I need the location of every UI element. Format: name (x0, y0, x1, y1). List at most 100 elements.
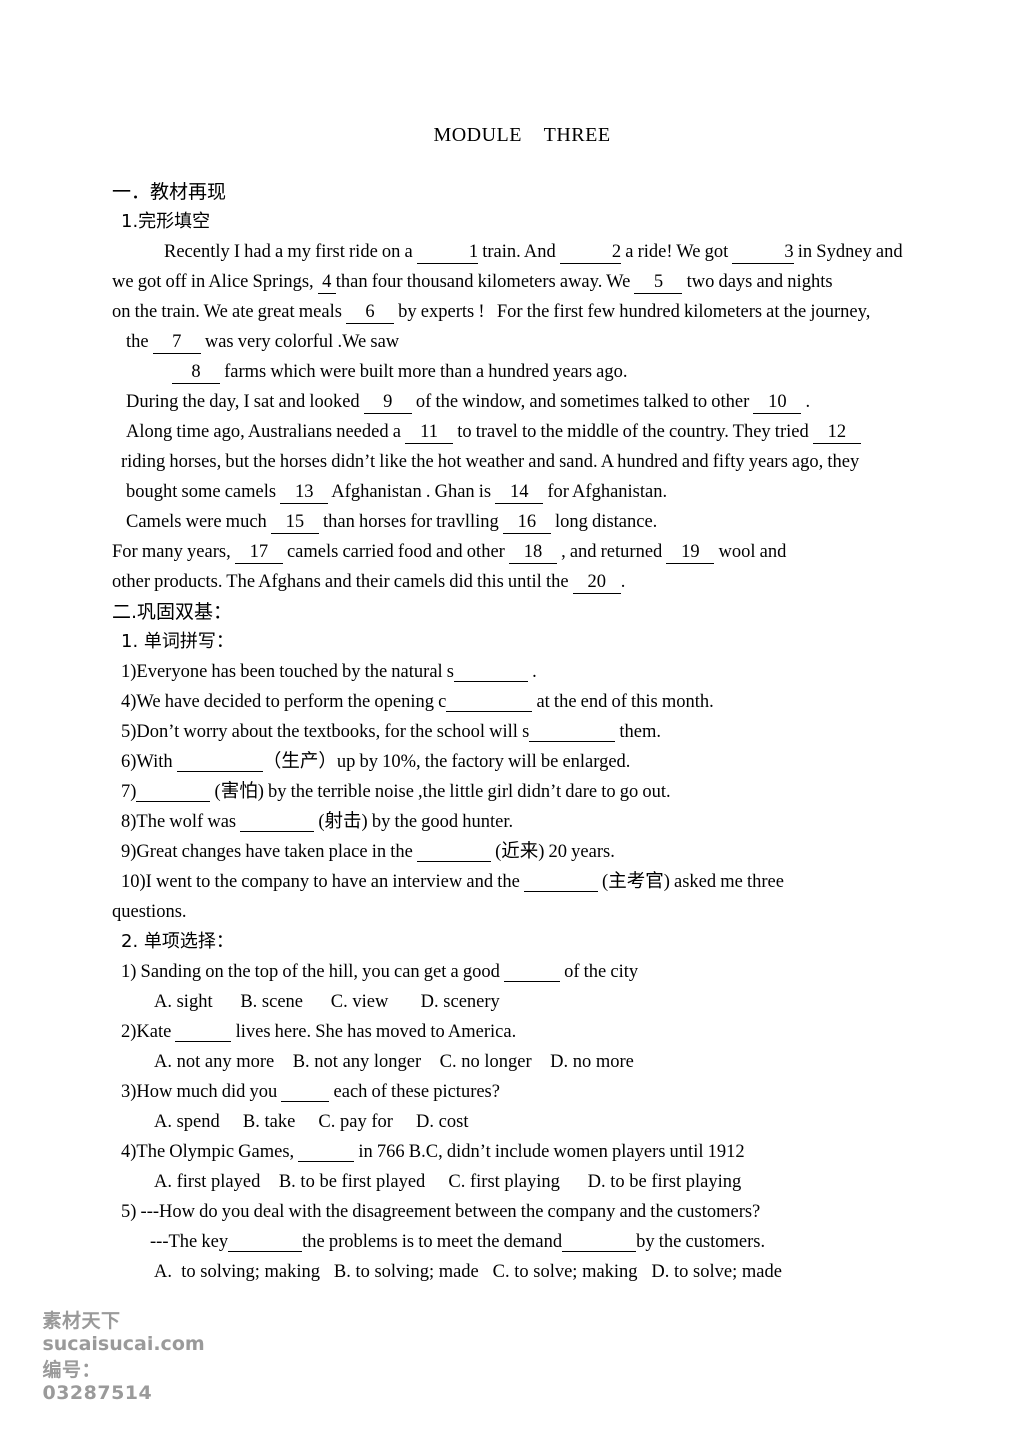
answer-blank[interactable] (523, 873, 598, 892)
answer-blank[interactable]: 17 (234, 543, 283, 564)
text-run: . (801, 392, 811, 412)
answer-blank[interactable]: 20 (572, 573, 621, 594)
cloze-line-9: bought some camels 13 Afghanistan . Ghan… (112, 477, 984, 507)
text-run: Recently I had a my first ride on a (164, 242, 417, 262)
answer-blank[interactable]: 4 (317, 273, 336, 294)
text-run: （生产）up by 10%, the factory will be enlar… (262, 752, 631, 772)
watermark-brand: 素材天下 (42, 1310, 121, 1332)
answer-blank[interactable]: 16 (502, 513, 551, 534)
answer-blank[interactable]: 12 (812, 423, 861, 444)
text-run: than four thousand kilometers away. We (335, 272, 635, 292)
text-run: Everyone has been touched by the natural… (136, 662, 454, 682)
answer-blank[interactable] (529, 723, 616, 742)
text-run: We have decided to perform the opening c (136, 692, 447, 712)
text-run: 4) (121, 692, 137, 712)
text-run: The wolf was (136, 812, 241, 832)
spelling-item: 1)Everyone has been touched by the natur… (112, 657, 984, 687)
answer-blank[interactable]: 5 (634, 273, 683, 294)
answer-blank[interactable] (176, 753, 263, 772)
text-run: Camels were much (126, 512, 271, 532)
mc-question-stem: 4)The Olympic Games, in 766 B.C, didn’t … (112, 1137, 984, 1167)
text-run: a ride! We got (621, 242, 733, 262)
answer-blank[interactable]: 13 (280, 483, 329, 504)
text-run: for Afghanistan. (543, 482, 668, 502)
spelling-item: questions. (112, 897, 984, 927)
text-run: With (136, 752, 177, 772)
document-body: 一．教材再现 1.完形填空 Recently I had a my first … (0, 147, 1024, 1287)
cloze-line-6: During the day, I sat and looked 9 of th… (112, 387, 984, 417)
answer-blank[interactable]: 1 (416, 243, 479, 264)
text-run: , and returned (556, 542, 667, 562)
cloze-line-2: we got off in Alice Springs, 4 than four … (112, 267, 984, 297)
answer-blank[interactable] (175, 1023, 232, 1042)
answer-blank[interactable] (136, 783, 211, 802)
text-run: For many years, (112, 542, 235, 562)
text-run: 7) (121, 782, 137, 802)
text-run: During the day, I sat and looked (126, 392, 364, 412)
text-run: lives here. She has moved to America. (231, 1022, 517, 1042)
answer-blank[interactable] (562, 1233, 637, 1252)
mc-question5-line2: ---The key the problems is to meet the d… (112, 1227, 984, 1257)
text-run: wool and (714, 542, 787, 562)
spelling-item: 4)We have decided to perform the opening… (112, 687, 984, 717)
text-run: 1) (121, 962, 137, 982)
answer-blank[interactable]: 8 (172, 363, 220, 384)
answer-blank[interactable]: 15 (270, 513, 319, 534)
answer-blank[interactable] (416, 843, 491, 862)
text-run: farms which were built more than a hundr… (220, 362, 628, 382)
text-run: . (620, 572, 626, 592)
cloze-line-3: on the train. We ate great meals 6 by ex… (112, 297, 984, 327)
answer-blank[interactable] (503, 963, 560, 982)
answer-blank[interactable]: 3 (732, 243, 794, 264)
text-run: 10) (121, 872, 146, 892)
multiple-choice-heading: 2. 单项选择： (121, 931, 234, 952)
footer-watermark: 素材天下 sucaisucai.com 编号： 03287514 (14, 1284, 219, 1426)
cloze-line-10: Camels were much 15 than horses for trav… (112, 507, 984, 537)
text-run: I went to the company to have an intervi… (145, 872, 524, 892)
text-run: the problems is to meet the demand (302, 1232, 563, 1252)
text-run: 8) (121, 812, 137, 832)
text-run: other products. The Afghans and their ca… (112, 572, 573, 592)
text-run: ---The key (150, 1232, 229, 1252)
text-run: train. And (478, 242, 560, 262)
answer-blank[interactable] (228, 1233, 303, 1252)
answer-blank[interactable] (240, 813, 315, 832)
text-run: bought some camels (126, 482, 281, 502)
spelling-item: 9)Great changes have taken place in the … (112, 837, 984, 867)
text-run: by the customers. (636, 1232, 766, 1252)
answer-blank[interactable]: 19 (666, 543, 715, 564)
spelling-items: 1)Everyone has been touched by the natur… (112, 657, 984, 927)
text-run: . (528, 662, 537, 682)
text-run: Along time ago, Australians needed a (126, 422, 406, 442)
text-run: we got off in Alice Springs, (112, 272, 318, 292)
answer-blank[interactable] (446, 693, 533, 712)
answer-blank[interactable]: 14 (495, 483, 544, 504)
answer-blank[interactable] (298, 1143, 355, 1162)
cloze-line-11: For many years, 17 camels carried food a… (112, 537, 984, 567)
answer-blank[interactable]: 18 (508, 543, 557, 564)
page-title: MODULE THREE (433, 124, 611, 146)
answer-blank[interactable]: 10 (753, 393, 802, 414)
answer-blank[interactable]: 2 (559, 243, 622, 264)
answer-blank[interactable]: 9 (363, 393, 412, 414)
text-run: in 766 B.C, didn’t include women players… (354, 1142, 745, 1162)
text-run: than horses for travlling (318, 512, 503, 532)
text-run: 6) (121, 752, 137, 772)
text-run: 2) (121, 1022, 137, 1042)
answer-blank[interactable]: 7 (152, 333, 201, 354)
text-run: (主考官) asked me three (597, 872, 784, 892)
cloze-line-5: 8 farms which were built more than a hun… (112, 357, 984, 387)
text-run: of the window, and sometimes talked to o… (411, 392, 754, 412)
answer-blank[interactable] (454, 663, 528, 682)
answer-blank[interactable] (281, 1083, 330, 1102)
answer-blank[interactable]: 11 (405, 423, 454, 444)
spelling-item: 8)The wolf was (射击) by the good hunter. (112, 807, 984, 837)
spelling-item: 10)I went to the company to have an inte… (112, 867, 984, 897)
mc-question-options: A. not any more B. not any longer C. no … (154, 1052, 634, 1072)
text-run: two days and nights (682, 272, 833, 292)
text-run: camels carried food and other (282, 542, 509, 562)
watermark-code-label: 编号： (42, 1359, 101, 1381)
answer-blank[interactable]: 6 (346, 303, 395, 324)
spelling-item: 5)Don’t worry about the textbooks, for t… (112, 717, 984, 747)
text-run: 9) (121, 842, 137, 862)
